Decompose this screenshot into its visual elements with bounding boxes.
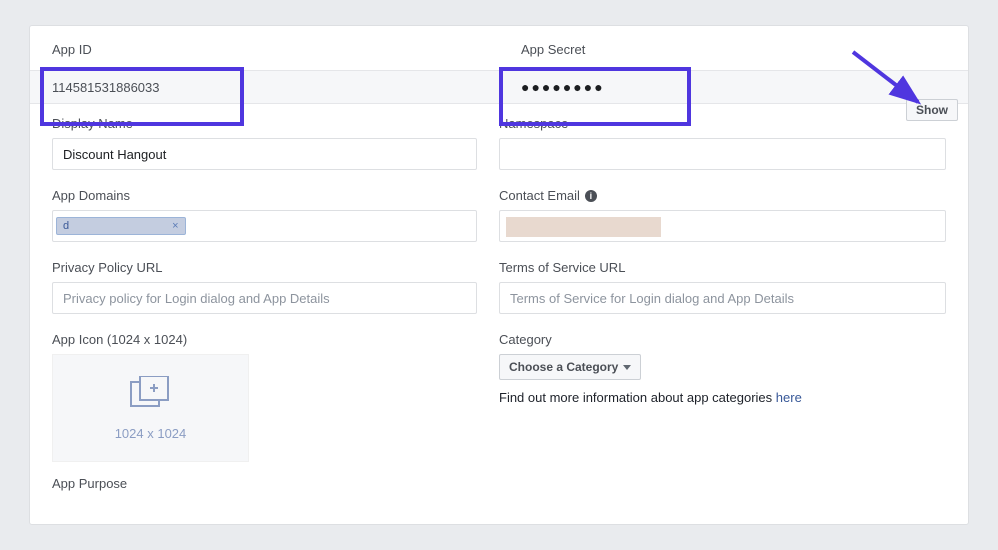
contact-email-input[interactable] [499, 210, 946, 242]
display-name-input[interactable] [52, 138, 477, 170]
app-secret-label: App Secret [521, 42, 946, 58]
privacy-url-input[interactable] [52, 282, 477, 314]
app-icon-uploader[interactable]: 1024 x 1024 [52, 354, 249, 462]
tos-url-input[interactable] [499, 282, 946, 314]
show-secret-button[interactable]: Show [906, 99, 958, 121]
app-id-value: 114581531886033 [30, 80, 499, 95]
category-help-text: Find out more information about app cate… [499, 390, 946, 405]
app-icon-label: App Icon (1024 x 1024) [52, 332, 477, 347]
domain-tag[interactable]: d× [56, 217, 186, 235]
category-dropdown[interactable]: Choose a Category [499, 354, 641, 380]
namespace-label: Namespace [499, 116, 946, 131]
category-label: Category [499, 332, 946, 347]
app-domains-input[interactable]: d× [52, 210, 477, 242]
app-secret-value: ●●●●●●●● [521, 79, 605, 95]
readonly-row: 114581531886033 ●●●●●●●● [30, 70, 968, 104]
display-name-label: Display Name [52, 116, 477, 131]
contact-email-label: Contact Email i [499, 188, 946, 203]
tos-url-label: Terms of Service URL [499, 260, 946, 275]
app-icon-placeholder-text: 1024 x 1024 [115, 426, 187, 441]
app-domains-label: App Domains [52, 188, 477, 203]
category-help-link[interactable]: here [776, 390, 802, 405]
remove-tag-icon[interactable]: × [172, 220, 178, 232]
redacted-email [506, 217, 661, 237]
info-icon: i [585, 190, 597, 202]
app-purpose-label: App Purpose [30, 476, 968, 491]
namespace-input[interactable] [499, 138, 946, 170]
app-id-label: App ID [52, 42, 477, 58]
settings-panel: App ID App Secret 114581531886033 ●●●●●●… [29, 25, 969, 525]
image-placeholder-icon [126, 376, 176, 416]
chevron-down-icon [623, 365, 631, 370]
header-row: App ID App Secret [30, 26, 968, 70]
privacy-url-label: Privacy Policy URL [52, 260, 477, 275]
